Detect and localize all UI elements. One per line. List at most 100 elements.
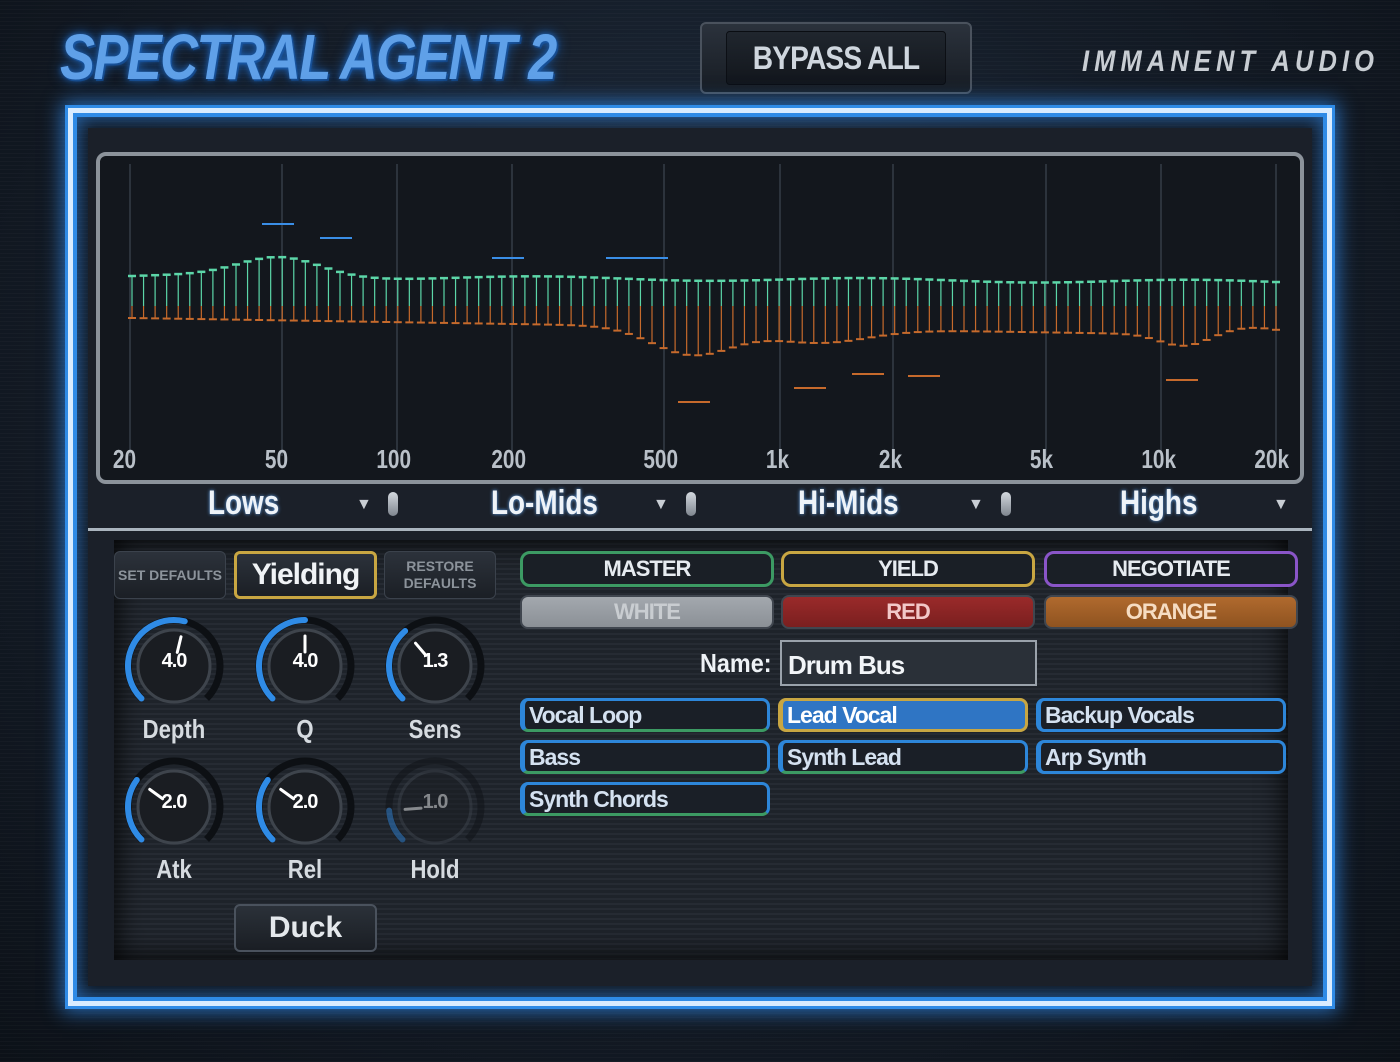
- spectrum-bin: [1179, 278, 1188, 347]
- band-split-handle-2[interactable]: [686, 492, 696, 516]
- spectrum-bin: [1202, 278, 1211, 341]
- track-bass[interactable]: Bass: [520, 740, 770, 774]
- spectrum-bin: [1040, 281, 1049, 334]
- restore-defaults-button[interactable]: RESTORE DEFAULTS: [384, 551, 496, 599]
- track-arp-synth[interactable]: Arp Synth: [1036, 740, 1286, 774]
- section-divider: [88, 528, 1312, 531]
- spectrum-bin: [382, 277, 391, 323]
- name-label: Name:: [700, 648, 772, 678]
- spectrum-bin: [786, 278, 795, 343]
- track-vocal-loop[interactable]: Vocal Loop: [520, 698, 770, 732]
- spectrum-bin: [913, 277, 922, 334]
- spectrum-bin: [289, 257, 298, 322]
- spectrum-bin: [370, 276, 379, 323]
- spectrum-bin: [1052, 281, 1061, 334]
- track-backup-vocals[interactable]: Backup Vocals: [1036, 698, 1286, 732]
- spectrum-bin: [1214, 278, 1223, 337]
- band-lo-mids-dropdown-icon[interactable]: ▼: [653, 496, 669, 514]
- hold-knob-value: 1.0: [422, 791, 449, 813]
- spectrum-bin: [532, 275, 541, 326]
- color-orange-button[interactable]: ORANGE: [1044, 595, 1298, 629]
- rel-knob-value: 2.0: [292, 791, 319, 813]
- set-defaults-button[interactable]: SET DEFAULTS: [114, 551, 226, 599]
- spectrum-graph[interactable]: [96, 152, 1304, 484]
- atk-knob[interactable]: 2.0: [122, 755, 226, 859]
- freq-label-20k: 20k: [1254, 444, 1290, 474]
- spectrum-bin: [185, 271, 194, 320]
- depth-knob[interactable]: 4.0: [122, 614, 226, 718]
- spectrum-bin: [659, 278, 668, 350]
- spectrum-bin: [856, 276, 864, 341]
- band-selector-row: Lows ▼ Lo-Mids ▼ Hi-Mids ▼ Highs ▼: [96, 484, 1304, 528]
- spectrum-bin: [717, 279, 726, 352]
- bypass-all-button[interactable]: BYPASS ALL: [700, 22, 972, 94]
- track-lead-vocal[interactable]: Lead Vocal: [778, 698, 1028, 732]
- spectrum-bin: [1144, 278, 1153, 340]
- rel-label: Rel: [287, 854, 323, 884]
- band-lo-mids-label[interactable]: Lo-Mids: [491, 484, 598, 523]
- spectrum-bin: [948, 279, 957, 333]
- spectrum-bin: [151, 273, 160, 320]
- rel-knob[interactable]: 2.0: [253, 755, 357, 859]
- spectrum-bin: [809, 277, 818, 344]
- spectrum-bin: [867, 276, 876, 339]
- spectrum-bin: [682, 279, 691, 356]
- spectrum-bin: [601, 276, 610, 330]
- spectrum-bin: [1017, 281, 1026, 334]
- spectrum-bin: [220, 266, 229, 321]
- spectrum-bin: [266, 256, 275, 322]
- freq-label-10k: 10k: [1141, 444, 1177, 474]
- spectrum-bin: [832, 276, 841, 344]
- spectrum-plot[interactable]: [100, 156, 1300, 480]
- hold-knob[interactable]: 1.0: [383, 755, 487, 859]
- spectrum-bin: [728, 279, 737, 349]
- freq-label-50: 50: [264, 444, 289, 474]
- spectrum-bin: [255, 257, 264, 321]
- name-field[interactable]: Drum Bus: [780, 640, 1037, 686]
- spectrum-bin: [590, 276, 599, 328]
- spectrum-bin: [971, 280, 980, 333]
- spectrum-bin: [775, 278, 784, 343]
- track-synth-chords[interactable]: Synth Chords: [520, 782, 770, 816]
- q-label: Q: [296, 714, 314, 744]
- spectrum-bin: [567, 275, 576, 327]
- spectrum-bin: [763, 278, 772, 343]
- spectrum-bin: [1237, 279, 1246, 330]
- spectrum-bin: [208, 268, 217, 321]
- spectrum-bin: [1156, 278, 1165, 343]
- band-highs-label[interactable]: Highs: [1120, 484, 1197, 523]
- spectrum-bin: [232, 263, 240, 321]
- negotiate-button[interactable]: NEGOTIATE: [1044, 551, 1298, 587]
- spectrum-bin: [890, 277, 899, 336]
- band-split-handle-1[interactable]: [388, 492, 398, 516]
- freq-label-1k: 1k: [765, 444, 790, 474]
- spectrum-bin: [555, 275, 564, 326]
- q-knob-value: 4.0: [292, 650, 319, 672]
- spectrum-bin: [1075, 280, 1084, 334]
- spectrum-bin: [139, 274, 148, 320]
- spectrum-bin: [1248, 279, 1257, 329]
- band-highs-dropdown-icon[interactable]: ▼: [1273, 496, 1289, 514]
- spectrum-bin: [1121, 279, 1130, 336]
- yield-button[interactable]: YIELD: [781, 551, 1035, 587]
- spectrum-bin: [1098, 280, 1107, 335]
- sens-knob[interactable]: 1.3: [383, 614, 487, 718]
- color-red-button[interactable]: RED: [781, 595, 1035, 629]
- band-split-handle-3[interactable]: [1001, 492, 1011, 516]
- master-button[interactable]: MASTER: [520, 551, 774, 587]
- track-synth-lead[interactable]: Synth Lead: [778, 740, 1028, 774]
- q-knob[interactable]: 4.0: [253, 614, 357, 718]
- spectrum-bin: [393, 277, 402, 324]
- mode-button-yielding[interactable]: Yielding: [234, 551, 377, 599]
- band-hi-mids-label[interactable]: Hi-Mids: [798, 484, 899, 523]
- band-hi-mids-dropdown-icon[interactable]: ▼: [968, 496, 984, 514]
- freq-label-2k: 2k: [878, 444, 903, 474]
- spectrum-bin: [1225, 279, 1234, 333]
- spectrum-bin: [1272, 280, 1280, 331]
- spectrum-bin: [451, 276, 460, 325]
- band-lows-dropdown-icon[interactable]: ▼: [356, 496, 372, 514]
- app-title: SPECTRAL AGENT 2: [60, 21, 557, 93]
- duck-button[interactable]: Duck: [234, 904, 377, 952]
- color-white-button[interactable]: WHITE: [520, 595, 774, 629]
- band-lows-label[interactable]: Lows: [208, 484, 279, 523]
